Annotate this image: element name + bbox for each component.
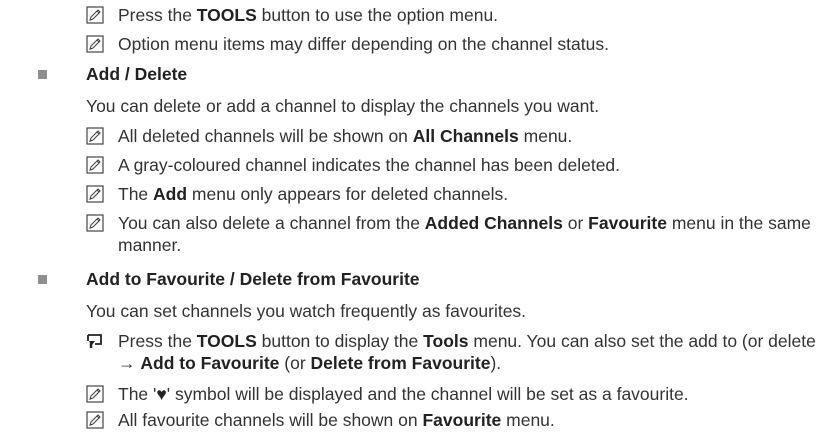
note-pencil-icon [86, 385, 104, 403]
note-all-channels: All deleted channels will be shown on Al… [118, 126, 573, 146]
square-bullet-icon [38, 275, 47, 284]
note-pencil-icon [86, 127, 104, 145]
note-option-items: Option menu items may differ depending o… [118, 34, 609, 54]
note-add-menu: The Add menu only appears for deleted ch… [118, 184, 509, 204]
note-pencil-icon [86, 185, 104, 203]
note-pencil-icon [86, 214, 104, 232]
tools-remote-icon [86, 332, 104, 350]
square-bullet-icon [38, 70, 47, 79]
note-delete-from-menus: You can also delete a channel from the A… [118, 213, 811, 233]
tools-note-cont: → Add to Favourite (or Delete from Favou… [118, 353, 502, 373]
note-favourite-menu: All favourite channels will be shown on … [118, 410, 555, 430]
section-heading-add-delete: Add / Delete [86, 64, 188, 84]
tools-note: Press the TOOLS button to display the To… [118, 331, 816, 351]
add-delete-intro: You can delete or add a channel to displ… [86, 96, 600, 116]
note-delete-from-menus-cont: manner. [118, 235, 182, 255]
note-pencil-icon [86, 6, 104, 24]
heart-icon: ♥ [156, 384, 167, 404]
note-pencil-icon [86, 156, 104, 174]
section-heading-favourite: Add to Favourite / Delete from Favourite [86, 269, 420, 289]
favourite-intro: You can set channels you watch frequentl… [86, 301, 527, 321]
note-heart-symbol: The '♥' symbol will be displayed and the… [118, 384, 689, 404]
manual-page: Press the TOOLS button to use the option… [0, 0, 838, 435]
note-tools-option: Press the TOOLS button to use the option… [118, 5, 499, 25]
note-gray-channel: A gray-coloured channel indicates the ch… [118, 155, 621, 175]
note-pencil-icon [86, 411, 104, 429]
note-pencil-icon [86, 35, 104, 53]
